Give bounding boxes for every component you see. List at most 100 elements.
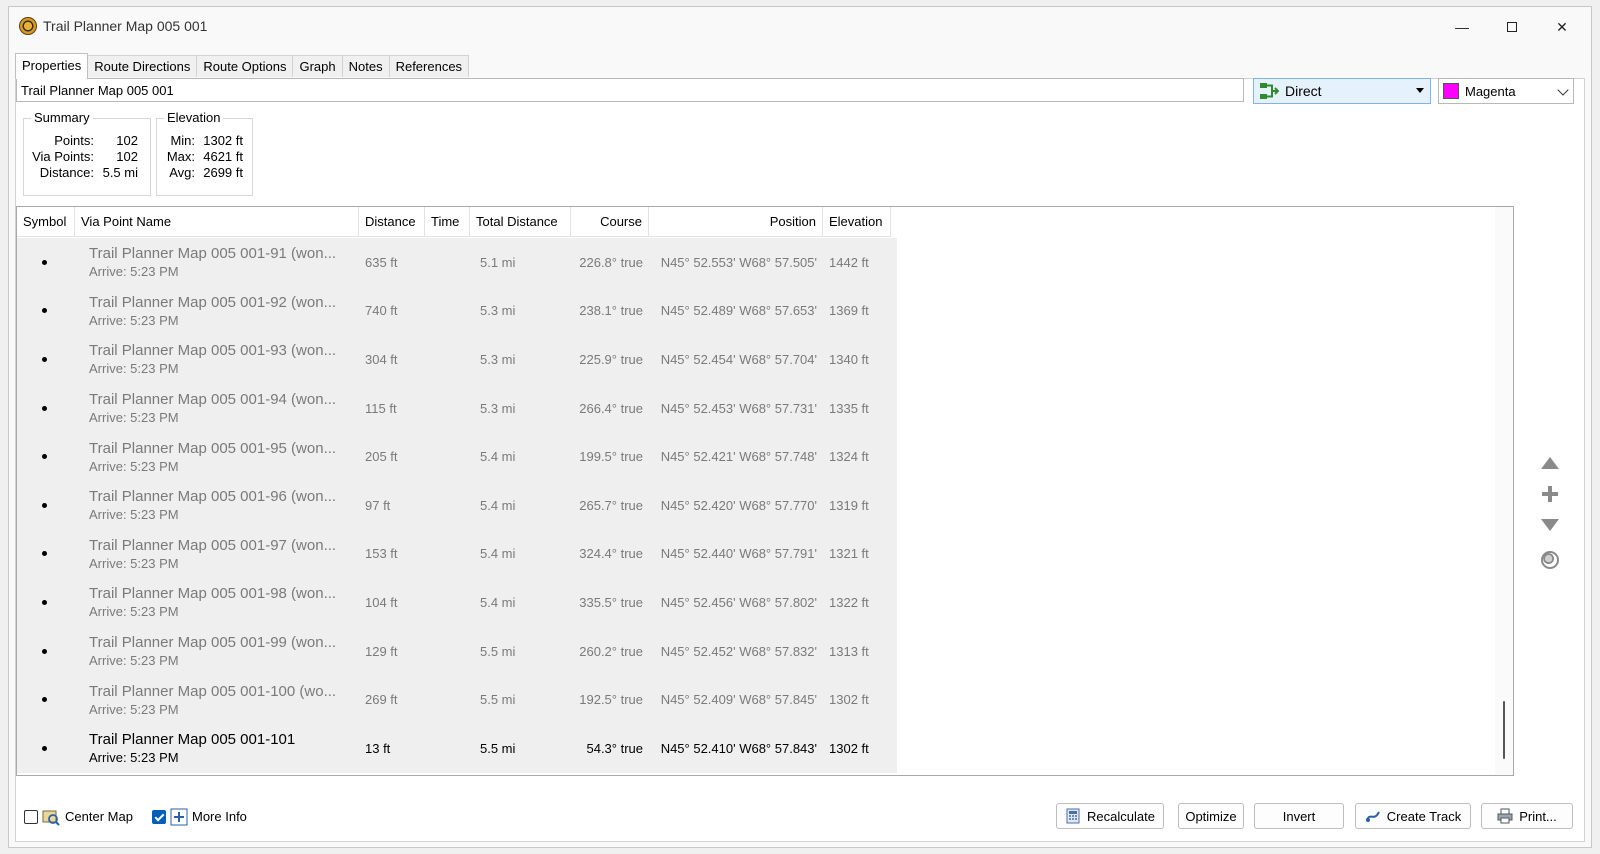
waypoint-dot-icon (41, 308, 47, 314)
arrive-time: Arrive: 5:23 PM (89, 701, 179, 717)
distance-value: 5.5 mi (102, 165, 138, 180)
via-point-name: Trail Planner Map 005 001-100 (wo... (89, 682, 337, 700)
elev-max-value: 4621 ft (203, 149, 243, 164)
table-row[interactable]: Trail Planner Map 005 001-95 (won... Arri… (17, 432, 897, 481)
waypoint-dot-icon (41, 599, 47, 605)
tab-notes[interactable]: Notes (341, 55, 390, 77)
invert-button[interactable]: Invert (1254, 803, 1344, 829)
insert-button[interactable] (1536, 480, 1564, 508)
col-symbol[interactable]: Symbol (17, 207, 75, 237)
tab-references[interactable]: References (388, 55, 470, 77)
symbol-cell (17, 287, 75, 336)
via-point-name: Trail Planner Map 005 001-97 (won... (89, 536, 337, 554)
optimize-button[interactable]: Optimize (1178, 803, 1244, 829)
elev-min-label: Min: (170, 133, 195, 148)
table-row[interactable]: Trail Planner Map 005 001-96 (won... Arri… (17, 480, 897, 530)
waypoint-dot-icon (41, 454, 47, 460)
time-cell (425, 675, 470, 724)
col-course[interactable]: Course (571, 207, 649, 237)
elevation-title: Elevation (164, 110, 224, 125)
app-compass-icon (19, 17, 37, 35)
scrollbar-thumb[interactable] (1503, 701, 1505, 759)
table-row[interactable]: Trail Planner Map 005 001-101 Arrive: 5:2… (17, 723, 897, 773)
waypoint-dot-icon (41, 502, 47, 508)
arrive-time: Arrive: 5:23 PM (89, 458, 179, 474)
table-row[interactable]: Trail Planner Map 005 001-92 (won... Arri… (17, 286, 897, 336)
maximize-button[interactable] (1489, 13, 1535, 41)
name-cell: Trail Planner Map 005 001-98 (won... Arri… (75, 578, 359, 627)
map-view-button[interactable] (1536, 546, 1564, 574)
route-name-input[interactable] (16, 78, 1244, 102)
vertical-scrollbar[interactable] (1495, 207, 1513, 775)
col-total-distance[interactable]: Total Distance (470, 207, 571, 237)
center-map-checkbox[interactable] (24, 810, 38, 824)
tab-properties[interactable]: Properties (15, 53, 89, 79)
distance-cell: 129 ft (365, 643, 398, 659)
minimize-button[interactable]: — (1439, 13, 1485, 41)
route-mode-label: Direct (1285, 83, 1322, 99)
tab-graph[interactable]: Graph (292, 55, 343, 77)
course-cell: 199.5° true (579, 449, 643, 465)
col-elevation[interactable]: Elevation (823, 207, 891, 237)
summary-groupbox: Summary Points: 102 Via Points: 102 Dist… (23, 110, 151, 196)
create-track-button[interactable]: Create Track (1355, 803, 1471, 829)
position-cell: N45° 52.454' W68° 57.704' (660, 351, 817, 367)
position-cell: N45° 52.453' W68° 57.731' (660, 400, 817, 416)
symbol-cell (17, 627, 75, 676)
time-cell (425, 724, 470, 773)
col-distance[interactable]: Distance (359, 207, 425, 237)
distance-cell: 740 ft (365, 303, 398, 319)
position-cell: N45° 52.440' W68° 57.791' (660, 546, 817, 562)
total-distance-cell: 5.5 mi (480, 740, 516, 756)
elev-avg-value: 2699 ft (203, 165, 243, 180)
route-color-select[interactable]: Magenta (1438, 78, 1574, 104)
name-cell: Trail Planner Map 005 001-93 (won... Arri… (75, 335, 359, 384)
print-button[interactable]: Print... (1481, 803, 1573, 829)
table-row[interactable]: Trail Planner Map 005 001-99 (won... Arri… (17, 626, 897, 676)
color-swatch (1443, 83, 1459, 99)
total-distance-cell: 5.3 mi (480, 303, 516, 319)
distance-cell: 115 ft (365, 400, 397, 416)
via-point-name: Trail Planner Map 005 001-99 (won... (89, 634, 337, 652)
table-row[interactable]: Trail Planner Map 005 001-93 (won... Arri… (17, 335, 897, 384)
col-via-point-name[interactable]: Via Point Name (75, 207, 359, 237)
distance-label: Distance: (39, 165, 94, 180)
route-mode-select[interactable]: Direct (1253, 78, 1431, 104)
total-distance-cell: 5.5 mi (480, 643, 516, 659)
course-cell: 265.7° true (579, 497, 643, 513)
move-up-button[interactable] (1536, 449, 1564, 477)
more-info-checkbox[interactable] (152, 810, 166, 824)
time-cell (425, 384, 470, 433)
position-cell: N45° 52.452' W68° 57.832' (660, 643, 817, 659)
close-button[interactable]: ✕ (1539, 13, 1585, 41)
tab-route-directions[interactable]: Route Directions (87, 55, 198, 77)
elevation-cell: 1302 ft (829, 740, 869, 756)
col-time[interactable]: Time (425, 207, 470, 237)
name-cell: Trail Planner Map 005 001-100 (wo... Arri… (75, 675, 359, 724)
recalculate-button[interactable]: Recalculate (1056, 803, 1164, 829)
time-cell (425, 481, 470, 530)
table-row[interactable]: Trail Planner Map 005 001-100 (wo... Arri… (17, 675, 897, 724)
position-cell: N45° 52.421' W68° 57.748' (660, 449, 817, 465)
via-point-name: Trail Planner Map 005 001-96 (won... (89, 488, 337, 506)
time-cell (425, 578, 470, 627)
via-points-table: Symbol Via Point Name Distance Time Tota… (16, 206, 1514, 776)
arrive-time: Arrive: 5:23 PM (89, 750, 179, 766)
course-cell: 260.2° true (579, 643, 643, 659)
more-info-icon (170, 808, 188, 826)
tab-route-options[interactable]: Route Options (196, 55, 294, 77)
printer-icon (1497, 808, 1513, 824)
elev-max-label: Max: (166, 149, 195, 164)
via-point-name: Trail Planner Map 005 001-92 (won... (89, 293, 337, 311)
col-position[interactable]: Position (649, 207, 823, 237)
course-cell: 335.5° true (579, 594, 643, 610)
table-row[interactable]: Trail Planner Map 005 001-97 (won... Arri… (17, 529, 897, 579)
move-down-button[interactable] (1536, 511, 1564, 539)
course-cell: 238.1° true (579, 303, 643, 319)
table-row[interactable]: Trail Planner Map 005 001-94 (won... Arri… (17, 383, 897, 433)
table-row[interactable]: Trail Planner Map 005 001-91 (won... Arri… (17, 238, 897, 287)
elev-avg-label: Avg: (169, 165, 195, 180)
table-row[interactable]: Trail Planner Map 005 001-98 (won... Arri… (17, 578, 897, 627)
elevation-cell: 1302 ft (829, 692, 869, 708)
summary-title: Summary (31, 110, 93, 125)
